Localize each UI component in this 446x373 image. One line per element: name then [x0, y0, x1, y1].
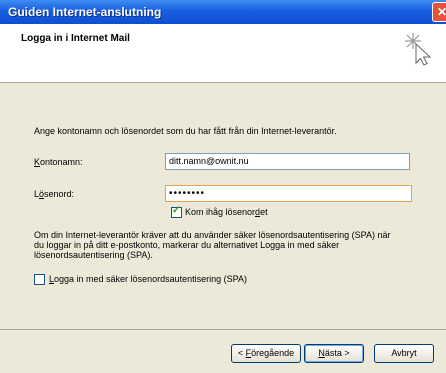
wizard-window: Guiden Internet-anslutning ✕ Logga in i … — [0, 0, 446, 373]
page-title: Logga in i Internet Mail — [21, 33, 130, 44]
spa-checkbox[interactable] — [34, 274, 45, 285]
close-button[interactable]: ✕ — [432, 2, 446, 22]
spa-info-text: Om din Internet-leverantör kräver att du… — [34, 230, 391, 260]
password-field[interactable]: •••••••• — [165, 185, 412, 202]
back-button[interactable]: < Föregående — [231, 344, 301, 363]
spa-checkbox-label: Logga in med säker lösenordsautentiserin… — [49, 274, 247, 284]
cancel-button[interactable]: Avbryt — [374, 344, 434, 363]
intro-text: Ange kontonamn och lösenordet som du har… — [34, 126, 337, 136]
window-title: Guiden Internet-anslutning — [8, 5, 162, 19]
button-separator — [0, 329, 446, 330]
wizard-sparkle-cursor-icon — [405, 33, 432, 66]
remember-password-checkbox[interactable] — [171, 205, 182, 218]
remember-password-label: Kom ihåg lösenordet — [185, 207, 268, 217]
account-name-field[interactable]: ditt.namn@ownit.nu — [165, 153, 410, 170]
password-label: Lösenord: — [34, 189, 75, 199]
account-name-label: Kontonamn: — [34, 157, 83, 167]
wizard-header: Logga in i Internet Mail — [0, 24, 446, 83]
title-bar: Guiden Internet-anslutning ✕ — [0, 0, 446, 24]
next-button[interactable]: Nästa > — [304, 344, 364, 363]
